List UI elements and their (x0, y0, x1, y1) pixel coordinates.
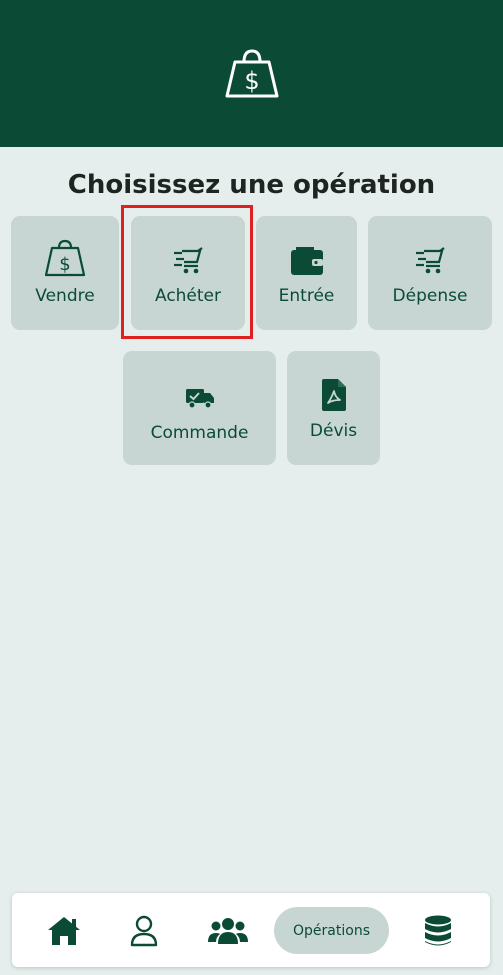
tile-label: Commande (150, 423, 249, 443)
cart-fast-icon (174, 247, 203, 274)
nav-clients[interactable] (206, 913, 250, 949)
tile-devis[interactable]: Dévis (287, 351, 380, 465)
wallet-icon (290, 247, 323, 275)
tile-acheter[interactable]: Achéter (131, 216, 245, 330)
nav-home[interactable] (42, 913, 86, 949)
tile-vendre[interactable]: $ Vendre (11, 216, 119, 330)
svg-text:$: $ (244, 67, 259, 95)
home-icon (48, 917, 80, 945)
user-icon (130, 915, 158, 947)
bottom-navigation: Opérations (12, 893, 490, 967)
tile-label: Entrée (278, 286, 335, 306)
svg-text:$: $ (59, 254, 70, 275)
page-title: Choisissez une opération (67, 170, 436, 200)
nav-operations-label: Opérations (293, 922, 370, 939)
nav-database[interactable] (418, 913, 458, 949)
cart-fast-icon (416, 247, 445, 274)
pdf-document-icon (321, 379, 346, 411)
tile-entree[interactable]: Entrée (256, 216, 357, 330)
shopping-bag-dollar-icon: $ (44, 239, 86, 277)
tile-label: Vendre (35, 286, 95, 306)
tile-commande[interactable]: Commande (123, 351, 276, 465)
shopping-bag-dollar-icon: $ (225, 48, 278, 97)
tile-label: Dépense (392, 286, 468, 306)
app-header: $ (0, 0, 503, 147)
nav-profile[interactable] (124, 913, 164, 949)
tile-label: Dévis (309, 421, 358, 441)
nav-operations[interactable]: Opérations (274, 907, 389, 954)
delivery-truck-icon (185, 389, 214, 409)
tile-depense[interactable]: Dépense (368, 216, 492, 330)
database-icon (425, 915, 451, 946)
tile-label: Achéter (154, 286, 222, 306)
users-group-icon (208, 918, 248, 944)
